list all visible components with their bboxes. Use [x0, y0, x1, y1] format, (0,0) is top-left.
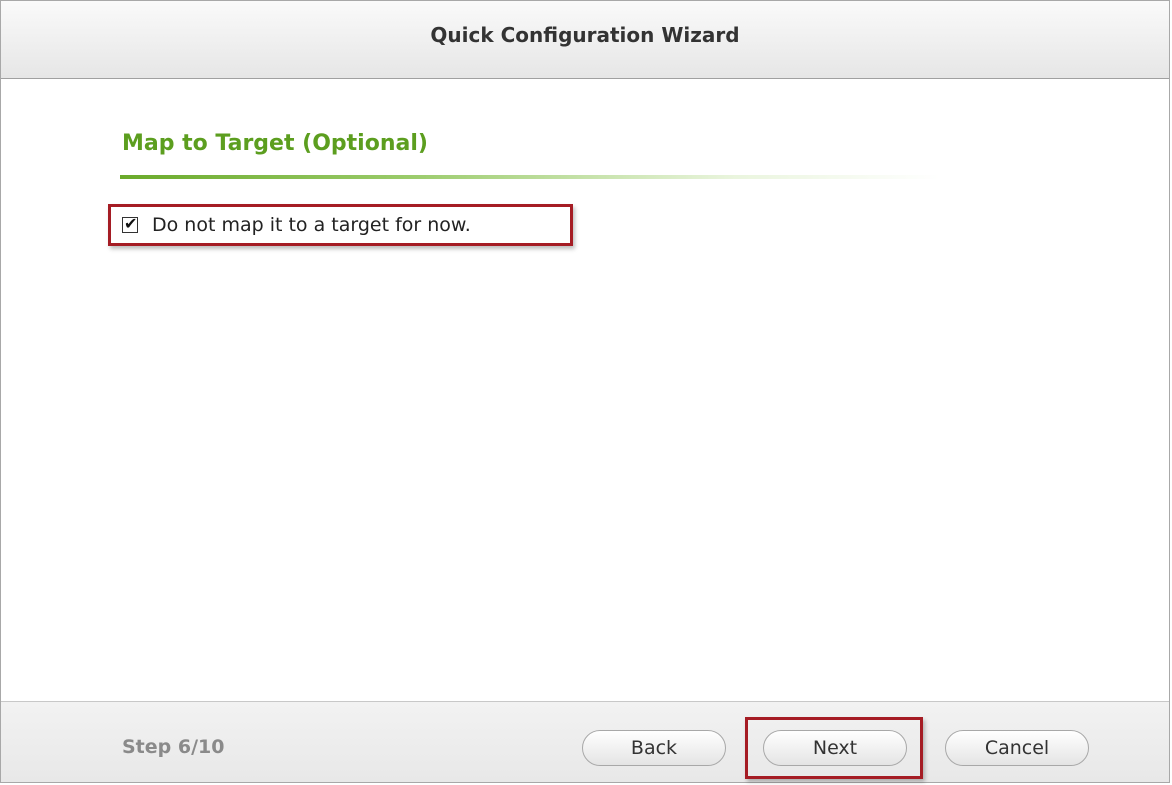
checkmark-icon: ✔	[124, 214, 138, 233]
window-title: Quick Configuration Wizard	[430, 23, 740, 47]
back-button[interactable]: Back	[582, 730, 726, 766]
do-not-map-checkbox[interactable]: ✔	[122, 214, 138, 233]
title-bar: Quick Configuration Wizard	[1, 1, 1169, 79]
section-divider	[120, 175, 940, 179]
next-button[interactable]: Next	[763, 730, 907, 766]
do-not-map-label[interactable]: Do not map it to a target for now.	[152, 214, 471, 236]
wizard-footer: Step 6/10 Back Next Cancel	[1, 701, 1169, 782]
wizard-window: Quick Configuration Wizard Map to Target…	[0, 0, 1170, 783]
step-indicator: Step 6/10	[122, 736, 225, 758]
section-title: Map to Target (Optional)	[122, 131, 428, 156]
wizard-content: Map to Target (Optional) ✔ Do not map it…	[1, 79, 1169, 701]
cancel-button[interactable]: Cancel	[945, 730, 1089, 766]
do-not-map-option[interactable]: ✔ Do not map it to a target for now.	[122, 214, 471, 236]
